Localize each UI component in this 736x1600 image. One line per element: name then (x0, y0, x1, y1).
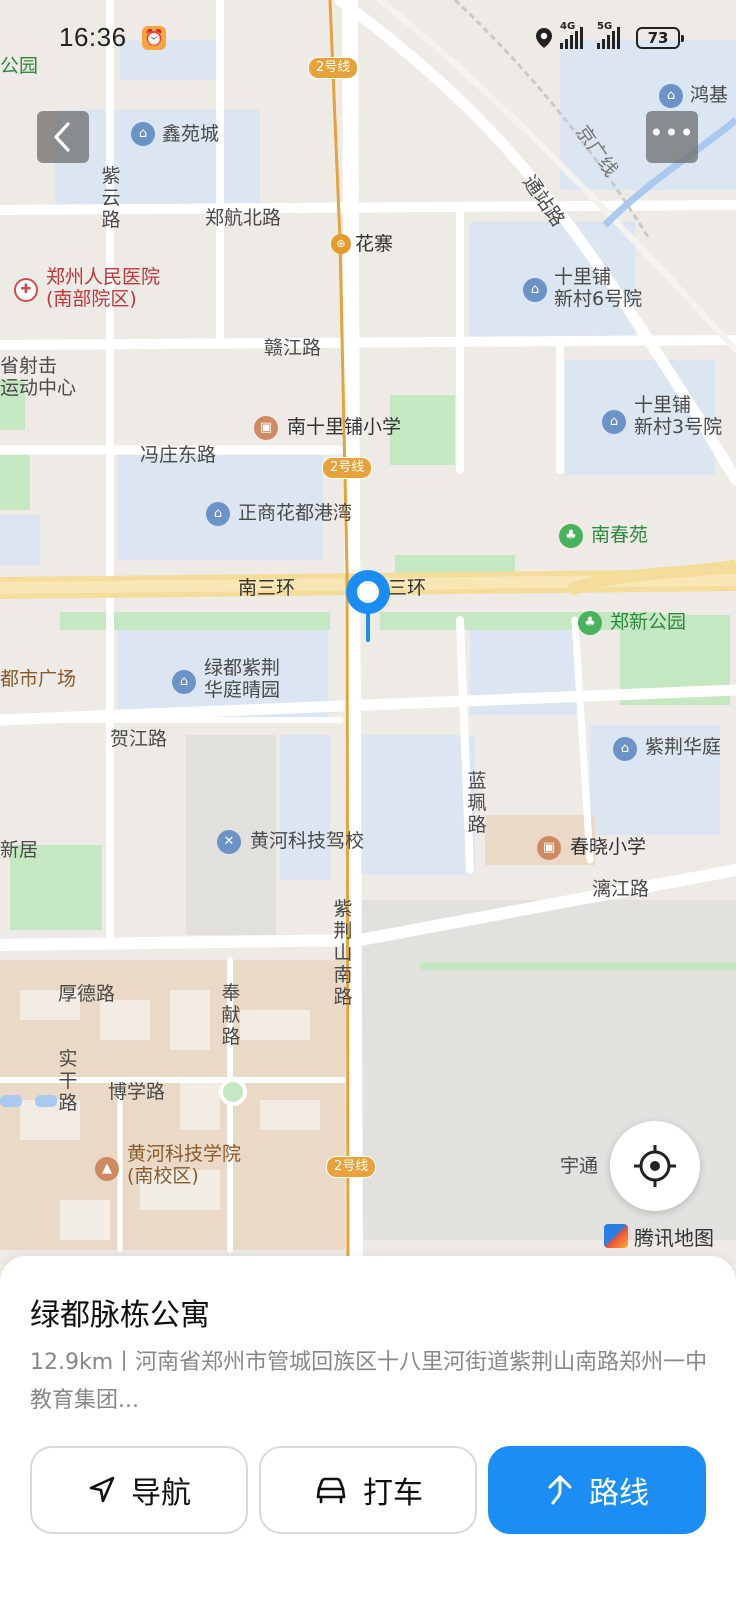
road-label: 三环 (388, 577, 427, 599)
road-label: 冯庄东路 (140, 444, 217, 466)
crosshair-icon (634, 1145, 676, 1187)
taxi-label: 打车 (363, 1476, 423, 1511)
poi-label[interactable]: 南春苑 (591, 524, 648, 546)
navigate-label: 导航 (131, 1476, 191, 1511)
map-view[interactable]: 2号线 2号线 2号线 郑航北路 赣江路 冯庄东路 南三环 三环 贺江路 紫云路… (0, 0, 736, 1265)
locate-button[interactable] (610, 1121, 700, 1211)
road-label: 郑航北路 (205, 207, 282, 229)
poi-label[interactable]: 南十里铺小学 (287, 416, 401, 438)
chevron-left-icon (54, 122, 70, 152)
road-label: 蓝珮路 (467, 770, 487, 836)
school-icon: ▲ (95, 1157, 119, 1181)
residence-icon: ⌂ (131, 122, 155, 146)
road-label: 贺江路 (110, 728, 168, 750)
poi-label[interactable]: 郑新公园 (610, 611, 686, 633)
park-icon: ♣ (559, 524, 583, 548)
taxi-button[interactable]: 打车 (259, 1446, 477, 1534)
poi-label[interactable]: 十里铺 新村6号院 (554, 266, 674, 310)
poi-label[interactable]: 绿都紫荆 华庭晴园 (204, 657, 314, 701)
road-label: 博学路 (108, 1081, 166, 1103)
poi-label[interactable]: 新居 (0, 839, 38, 861)
poi-label[interactable]: 花寨 (355, 233, 393, 255)
school-icon: ▣ (537, 836, 561, 860)
metro-line-tag: 2号线 (322, 457, 373, 479)
poi-label[interactable]: 黄河科技学院 (南校区) (127, 1143, 277, 1187)
road-label: 南三环 (238, 577, 296, 599)
car-icon (316, 1477, 346, 1504)
poi-label[interactable]: 春晓小学 (570, 836, 646, 858)
tencent-map-logo-icon (604, 1224, 628, 1248)
status-icons: 4G 5G 73 (534, 21, 684, 52)
metro-line-tag: 2号线 (326, 1156, 377, 1178)
school-icon: ▣ (254, 416, 278, 440)
more-button[interactable]: ••• (646, 111, 698, 163)
poi-label[interactable]: 正商花都港湾 (238, 502, 352, 524)
poi-label[interactable]: 都市广场 (0, 668, 76, 690)
more-icon: ••• (649, 119, 695, 147)
location-icon (536, 28, 552, 48)
road-label: 紫荆山南路 (333, 898, 353, 1008)
road-label: 漓江路 (592, 878, 650, 900)
alarm-icon: ⏰ (142, 26, 166, 50)
residence-icon: ⌂ (659, 84, 683, 108)
poi-label[interactable]: 黄河科技驾校 (250, 830, 364, 852)
poi-label[interactable]: 十里铺 新村3号院 (634, 394, 736, 438)
map-app: 2号线 2号线 2号线 郑航北路 赣江路 冯庄东路 南三环 三环 贺江路 紫云路… (0, 0, 736, 1600)
status-time: 16:36 (59, 22, 127, 52)
poi-label[interactable]: 紫荆华庭 (645, 736, 721, 758)
poi-label[interactable]: 鑫苑城 (162, 123, 219, 145)
place-address: 12.9km丨河南省郑州市管城回族区十八里河街道紫荆山南路郑州一中教育集团... (30, 1350, 708, 1413)
signal-4g-icon: 4G (560, 21, 583, 49)
metro-station-icon: ⊕ (331, 234, 351, 254)
signal-5g-icon: 5G (597, 21, 620, 49)
residence-icon: ⌂ (172, 670, 196, 694)
road-label: 实干路 (58, 1048, 78, 1114)
route-button[interactable]: 路线 (488, 1446, 706, 1534)
road-label: 紫云路 (101, 165, 121, 231)
residence-icon: ⌂ (206, 502, 230, 526)
navigation-arrow-icon (89, 1476, 115, 1503)
poi-label[interactable]: 鸿基 (690, 84, 728, 106)
poi-label[interactable]: 郑州人民医院 (南部院区) (46, 266, 206, 310)
battery-icon: 73 (636, 27, 684, 49)
place-detail-sheet: 绿都脉栋公寓 12.9km丨河南省郑州市管城回族区十八里河街道紫荆山南路郑州一中… (0, 1256, 736, 1600)
driving-school-icon: ✕ (217, 830, 241, 854)
residence-icon: ⌂ (613, 737, 637, 761)
place-title: 绿都脉栋公寓 (30, 1298, 210, 1333)
brand-name: 腾讯地图 (634, 1225, 714, 1250)
road-label: 赣江路 (264, 337, 322, 359)
park-icon: ♣ (578, 611, 602, 635)
status-bar: 16:36 ⏰ 4G 5G 73 (0, 0, 736, 70)
route-label: 路线 (589, 1476, 649, 1511)
road-label: 奉献路 (221, 982, 241, 1048)
map-brand: 腾讯地图 (604, 1223, 714, 1250)
poi-label[interactable]: 省射击 运动中心 (0, 355, 90, 399)
back-button[interactable] (37, 111, 89, 163)
residence-icon: ⌂ (523, 278, 547, 302)
residence-icon: ⌂ (602, 410, 626, 434)
hospital-icon: ✚ (14, 278, 38, 302)
navigate-button[interactable]: 导航 (30, 1446, 248, 1534)
road-label: 厚德路 (58, 983, 116, 1005)
poi-label[interactable]: 宇通 (560, 1155, 598, 1177)
route-arrow-icon (548, 1475, 572, 1505)
